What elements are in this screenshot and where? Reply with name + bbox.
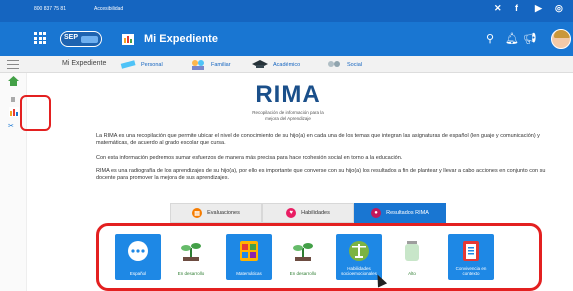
balance-icon [349,241,369,261]
bell-icon[interactable]: 🔔︎ [505,32,519,45]
facebook-icon[interactable]: f [515,3,518,13]
calculator-icon [240,241,258,261]
top-bar: 800 837 75 81 Accesibilidad ✕ f ▶ ◎ [0,0,573,22]
tab-resultados-rima[interactable]: ● Resultados RIMA [354,203,446,223]
expediente-app-icon [122,34,134,45]
megaphone-icon[interactable]: 📢︎ [523,32,537,45]
habilidades-icon: ♥ [286,208,297,218]
tab-label: Personal [141,61,163,68]
avatar[interactable] [551,29,571,49]
card-habilidades-level: Alto [389,234,435,280]
logo-text: SEP [64,34,79,41]
card-matematicas[interactable]: Matemáticas [226,234,272,280]
tab-label: Académico [273,61,301,68]
tools-icon[interactable]: ✂ [8,122,14,130]
card-label: En desarrollo [177,271,205,276]
evaluaciones-icon: ▤ [192,208,203,218]
twitter-icon[interactable]: ✕ [494,3,502,14]
home-icon[interactable] [8,76,19,86]
menu-icon[interactable] [7,60,19,69]
tab-label: Social [347,61,362,68]
rima-description-paragraph: RIMA es una radiografía de los aprendiza… [96,168,546,181]
instagram-icon[interactable]: ◎ [555,3,563,14]
tab-personal[interactable]: Personal [120,58,163,71]
sub-navigation: Mi Expediente Personal Familiar Académic… [0,56,573,73]
social-icon [328,61,340,67]
card-label: Alto [408,271,416,276]
tab-label: Resultados RIMA [386,210,429,216]
tab-social[interactable]: Social [326,58,362,71]
card-matematicas-level: En desarrollo [280,234,326,280]
card-habilidades-socioemocionales[interactable]: Habilidades socioemocionales [336,234,382,280]
graduation-cap-icon [252,60,268,68]
card-convivencia[interactable]: Convivencia en contexto [448,234,494,280]
sprout-icon [293,243,313,261]
sep-logo[interactable]: SEP [60,31,102,47]
ruler-icon [120,60,136,69]
search-icon[interactable]: ⚲ [486,32,494,45]
youtube-icon[interactable]: ▶ [535,3,542,14]
sprout-icon [181,243,201,261]
resultados-icon: ● [371,208,382,218]
intro-paragraph: La RIMA es una recopilación que permite … [96,133,540,146]
apps-grid-icon[interactable] [34,32,46,44]
family-icon [192,60,204,70]
app-title: Mi Expediente [144,33,218,45]
phone-number[interactable]: 800 837 75 81 [34,6,66,12]
tab-academico[interactable]: Académico [252,58,300,71]
card-label: En desarrollo [289,271,317,276]
card-espanol-level: En desarrollo [168,234,214,280]
tab-label: Familiar [211,61,231,68]
tab-evaluaciones[interactable]: ▤ Evaluaciones [170,203,262,223]
tab-familiar[interactable]: Familiar [190,58,231,71]
tab-habilidades[interactable]: ♥ Habilidades [262,203,354,223]
jar-icon [405,241,419,261]
document-icon[interactable] [11,97,15,102]
tab-label: Evaluaciones [207,210,240,216]
card-label: Matemáticas [236,271,262,276]
clipboard-icon [463,241,479,261]
chat-bubble-icon [128,241,148,261]
rima-tabs: ▤ Evaluaciones ♥ Habilidades ● Resultado… [170,203,448,223]
card-espanol[interactable]: Español [115,234,161,280]
app-header: SEP Mi Expediente ⚲ 🔔︎ 📢︎ [0,22,573,56]
card-label: Convivencia en contexto [455,266,487,276]
info-paragraph: Con esta información pedremos sumar esfu… [96,155,403,161]
sidebar-highlight [20,95,51,131]
rima-subtitle: Recopilación de información para la mejo… [252,110,324,121]
card-label: Español [129,271,147,276]
chart-icon[interactable] [9,107,19,117]
breadcrumb[interactable]: Mi Expediente [62,60,106,67]
rima-title: RIMA [255,81,321,108]
tab-label: Habilidades [301,210,330,216]
accessibility-link[interactable]: Accesibilidad [94,6,123,12]
